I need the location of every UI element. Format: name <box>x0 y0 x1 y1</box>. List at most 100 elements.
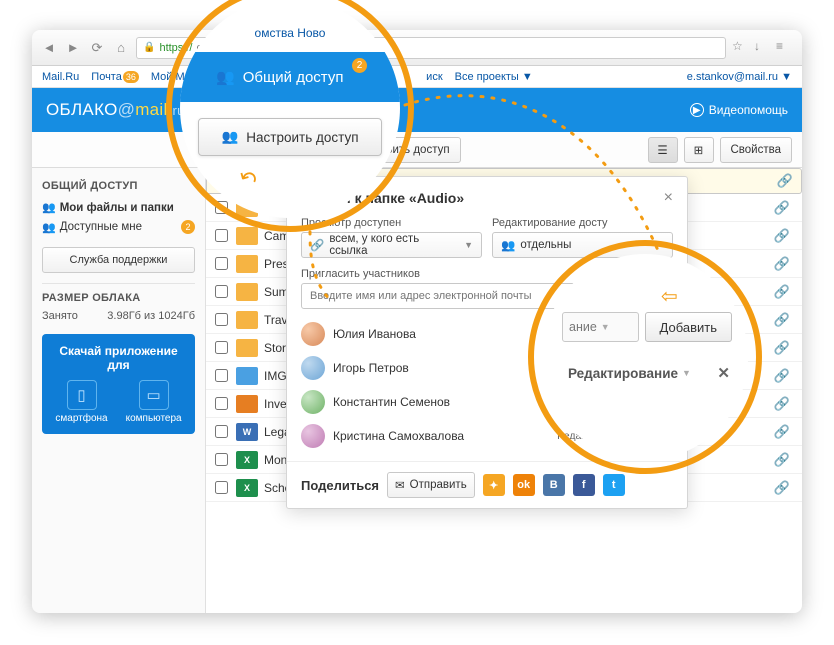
storage-info: Занято3.98Гб из 1024Гб <box>42 310 195 322</box>
avatar <box>301 356 325 380</box>
count-badge: 2 <box>181 220 195 234</box>
link-icon[interactable]: 🔗 <box>774 284 790 300</box>
logo: ОБЛАКО@mail.ru <box>46 100 185 120</box>
vk-share-icon[interactable]: B <box>543 474 565 496</box>
tw-share-icon[interactable]: t <box>603 474 625 496</box>
edit-label: Редактирование досту <box>492 217 673 229</box>
remove-icon[interactable]: ✕ <box>717 364 730 382</box>
folder-icon <box>236 339 258 357</box>
view-select[interactable]: 🔗всем, у кого есть ссылка▼ <box>301 232 482 258</box>
link-icon[interactable]: 🔗 <box>774 256 790 272</box>
sidebar-item-myfiles[interactable]: 👥Мои файлы и папки <box>42 198 195 217</box>
phone-icon: ▯ <box>67 380 97 410</box>
unread-badge: 36 <box>123 71 139 83</box>
checkbox[interactable] <box>206 341 236 354</box>
link-icon: 🔗 <box>310 238 324 252</box>
folder-icon <box>236 311 258 329</box>
img-icon <box>236 367 258 385</box>
star-icon[interactable]: ☆ <box>732 39 750 57</box>
chevron-down-icon: ▼ <box>464 240 473 250</box>
people-icon: 👥 <box>216 68 235 86</box>
support-button[interactable]: Служба поддержки <box>42 247 195 273</box>
promo-panel: Скачай приложение для ▯смартфона ▭компью… <box>42 334 195 434</box>
checkbox[interactable] <box>206 425 236 438</box>
zoom-configure-access-button[interactable]: 👥 Настроить доступ <box>198 118 382 156</box>
arrow-icon: ⇩ <box>656 288 681 305</box>
view-grid-button[interactable]: ⊞ <box>684 137 714 163</box>
promo-computer[interactable]: ▭компьютера <box>126 380 182 424</box>
checkbox[interactable] <box>206 369 236 382</box>
fb-share-icon[interactable]: f <box>573 474 595 496</box>
properties-button[interactable]: Свойства <box>720 137 793 163</box>
home-icon[interactable]: ⌂ <box>112 39 130 57</box>
sidebar-heading-access: ОБЩИЙ ДОСТУП <box>42 180 195 192</box>
link-icon[interactable]: 🔗 <box>774 228 790 244</box>
link-icon[interactable]: 🔗 <box>774 312 790 328</box>
top-nav: Mail.Ru Почта36 Мой Мир иск Все проекты … <box>32 66 802 88</box>
lock-icon: 🔒 <box>143 42 155 53</box>
sidebar: ОБЩИЙ ДОСТУП 👥Мои файлы и папки 👥Доступн… <box>32 168 206 613</box>
mail-link[interactable]: Почта36 <box>91 71 139 83</box>
checkbox[interactable] <box>206 481 236 494</box>
forward-icon[interactable]: ► <box>64 39 82 57</box>
mus-icon <box>236 395 258 413</box>
promo-smartphone[interactable]: ▯смартфона <box>55 380 107 424</box>
view-label: Просмотр доступен <box>301 217 482 229</box>
checkbox[interactable] <box>206 453 236 466</box>
monitor-icon: ▭ <box>139 380 169 410</box>
share-heading: Поделиться <box>301 478 379 493</box>
avatar <box>301 322 325 346</box>
projects-link[interactable]: Все проекты ▼ <box>455 71 533 83</box>
checkbox[interactable] <box>206 313 236 326</box>
checkbox[interactable] <box>206 285 236 298</box>
send-button[interactable]: ✉ Отправить <box>387 472 475 498</box>
menu-icon[interactable]: ≡ <box>776 39 794 57</box>
zoom-permission-dropdown[interactable]: Редактирование ▼ <box>568 366 717 381</box>
user-menu[interactable]: e.stankov@mail.ru ▼ <box>687 71 792 83</box>
link-icon[interactable]: 🔗 <box>774 452 790 468</box>
user-name: Кристина Самохвалова <box>333 429 549 443</box>
people-icon: 👥 <box>42 221 56 234</box>
toolbar: лку 👥Настроить доступ ☰ ⊞ Свойства <box>32 132 802 168</box>
people-icon: 👥 <box>221 129 238 145</box>
xls-icon: X <box>236 451 258 469</box>
moimir-share-icon[interactable]: ✦ <box>483 474 505 496</box>
search-link[interactable]: иск <box>426 71 442 83</box>
mailru-link[interactable]: Mail.Ru <box>42 71 79 83</box>
play-icon: ▶ <box>690 103 704 117</box>
zoom-permission-select[interactable]: ание ▼ <box>562 312 639 342</box>
back-icon[interactable]: ◄ <box>40 39 58 57</box>
checkbox[interactable] <box>206 229 236 242</box>
link-icon[interactable]: 🔗 <box>774 396 790 412</box>
sidebar-item-shared[interactable]: 👥Доступные мне2 <box>42 217 195 237</box>
link-icon[interactable]: 🔗 <box>774 200 790 216</box>
people-icon: 👥 <box>501 238 515 252</box>
zoom-tabs: омства Ново <box>180 26 400 40</box>
link-icon[interactable]: 🔗 <box>774 424 790 440</box>
zoom-bluebar: 👥 Общий доступ 2 <box>180 52 400 102</box>
brand-bar: ОБЛАКО@mail.ru ▶Видеопомощь <box>32 88 802 132</box>
checkbox[interactable] <box>206 257 236 270</box>
browser-chrome: ◄ ► ⟳ ⌂ 🔒 https://clo ☆ ↓ ≡ <box>32 30 802 66</box>
count-badge: 2 <box>352 58 367 73</box>
link-icon[interactable]: 🔗 <box>774 480 790 496</box>
reload-icon[interactable]: ⟳ <box>88 39 106 57</box>
promo-title: Скачай приложение для <box>50 344 187 372</box>
ok-share-icon[interactable]: ok <box>513 474 535 496</box>
xls-icon: X <box>236 479 258 497</box>
close-icon[interactable]: × <box>664 189 673 207</box>
people-icon: 👥 <box>42 201 56 214</box>
video-help-link[interactable]: ▶Видеопомощь <box>690 103 788 117</box>
checkbox[interactable] <box>206 397 236 410</box>
folder-icon <box>236 227 258 245</box>
avatar <box>301 390 325 414</box>
link-icon[interactable]: 🔗 <box>774 368 790 384</box>
checkbox[interactable] <box>206 201 236 214</box>
zoom-add-button[interactable]: Добавить <box>645 312 732 342</box>
link-icon[interactable]: 🔗 <box>774 340 790 356</box>
download-icon[interactable]: ↓ <box>754 39 772 57</box>
arrow-icon: ↶ <box>233 163 262 195</box>
view-list-button[interactable]: ☰ <box>648 137 678 163</box>
link-icon[interactable]: 🔗 <box>777 173 793 189</box>
folder-icon <box>236 255 258 273</box>
